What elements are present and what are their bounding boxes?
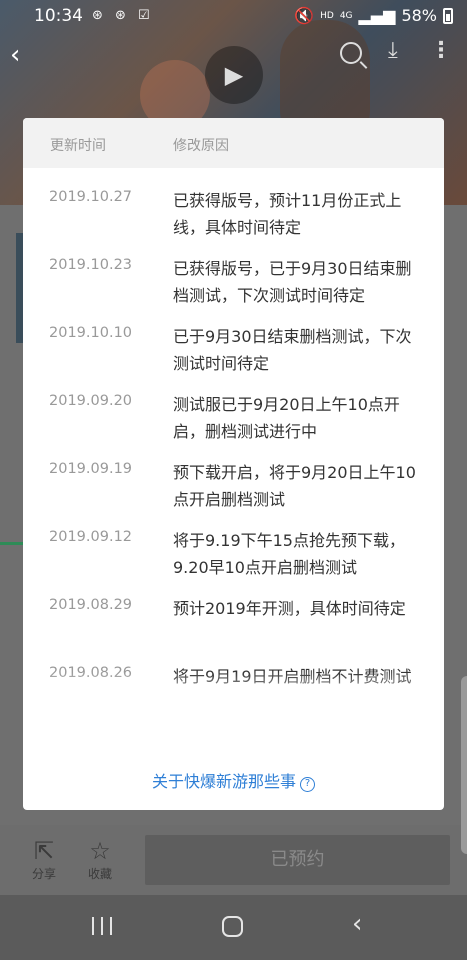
tab-indicator xyxy=(0,542,24,545)
records-list[interactable]: 2019.10.27 已获得版号，预计11月份正式上线，具体时间待定 2019.10… xyxy=(23,168,444,708)
more-icon[interactable]: ⋮ xyxy=(430,38,452,63)
record-row: 2019.09.12 将于9.19下午15点抢先预下载，9.20早10点开启删档测… xyxy=(23,527,444,595)
record-row: 2019.10.23 已获得版号，已于9月30日结束删档测试，下次测试时间待定 xyxy=(23,255,444,323)
dialog-header: 更新时间 修改原因 xyxy=(23,118,444,168)
record-reason: 预下载开启，将于9月20日上午10点开启删档测试 xyxy=(173,463,416,509)
share-icon: ⇱ xyxy=(33,837,55,865)
record-reason: 测试服已于9月20日上午10点开启，删档测试进行中 xyxy=(173,395,400,441)
record-row: 2019.09.19 预下载开启，将于9月20日上午10点开启删档测试 xyxy=(23,459,444,527)
recents-icon[interactable] xyxy=(92,917,112,937)
bottom-action-bar: ⇱ 分享 ☆ 收藏 已预约 xyxy=(0,825,467,895)
battery-percent: 58% xyxy=(401,6,437,25)
download-icon[interactable]: ⤓ xyxy=(388,38,398,63)
notification-icons: ⊛ ⊛ ☑ xyxy=(92,8,154,23)
search-icon[interactable] xyxy=(340,42,362,64)
record-row: 2019.10.10 已于9月30日结束删档测试，下次测试时间待定 xyxy=(23,323,444,391)
favorite-label: 收藏 xyxy=(87,867,112,881)
edge-panel-handle[interactable] xyxy=(461,676,467,854)
share-label: 分享 xyxy=(31,867,56,881)
header-change-reason: 修改原因 xyxy=(173,138,229,154)
record-date: 2019.08.29 xyxy=(49,597,133,613)
header-update-time: 更新时间 xyxy=(50,138,106,154)
reserved-button[interactable]: 已预约 xyxy=(145,835,450,885)
system-nav-bar: ‹ xyxy=(0,895,467,960)
star-icon: ☆ xyxy=(89,837,111,865)
record-date: 2019.10.10 xyxy=(49,325,133,341)
home-icon[interactable] xyxy=(222,916,243,937)
nav-back-icon[interactable]: ‹ xyxy=(352,909,362,939)
share-button[interactable]: ⇱ 分享 xyxy=(24,837,64,882)
record-date: 2019.10.27 xyxy=(49,189,133,205)
record-date: 2019.09.19 xyxy=(49,461,133,477)
about-link-text: 关于快爆新游那些事 xyxy=(151,772,296,791)
signal-icon: ▂▄▆ xyxy=(358,6,396,25)
list-fade xyxy=(23,672,444,708)
status-bar: 10:34 ⊛ ⊛ ☑ 🔇 HD 4G ▂▄▆ 58% xyxy=(0,0,467,34)
status-right: 🔇 HD 4G ▂▄▆ 58% xyxy=(294,6,453,25)
record-row: 2019.10.27 已获得版号，预计11月份正式上线，具体时间待定 xyxy=(23,187,444,255)
battery-icon xyxy=(443,7,453,24)
record-reason: 已于9月30日结束删档测试，下次测试时间待定 xyxy=(173,327,412,373)
clock: 10:34 xyxy=(34,6,83,26)
hd-indicator: HD xyxy=(320,10,334,21)
record-reason: 将于9.19下午15点抢先预下载，9.20早10点开启删档测试 xyxy=(173,531,405,577)
help-icon: ? xyxy=(300,777,315,792)
record-date: 2019.10.23 xyxy=(49,257,133,273)
record-reason: 已获得版号，已于9月30日结束删档测试，下次测试时间待定 xyxy=(173,259,412,305)
mute-icon: 🔇 xyxy=(294,6,315,25)
network-indicator: 4G xyxy=(339,10,353,21)
record-row: 2019.08.29 预计2019年开测，具体时间待定 xyxy=(23,595,444,663)
about-link[interactable]: 关于快爆新游那些事? xyxy=(23,768,444,792)
record-date: 2019.09.20 xyxy=(49,393,133,409)
record-reason: 已获得版号，预计11月份正式上线，具体时间待定 xyxy=(173,191,402,237)
back-icon[interactable]: ‹ xyxy=(10,40,20,70)
record-row: 2019.09.20 测试服已于9月20日上午10点开启，删档测试进行中 xyxy=(23,391,444,459)
records-inner: 2019.10.27 已获得版号，预计11月份正式上线，具体时间待定 2019.10… xyxy=(23,168,444,708)
record-reason: 预计2019年开测，具体时间待定 xyxy=(173,599,406,618)
favorite-button[interactable]: ☆ 收藏 xyxy=(80,837,120,882)
record-date: 2019.09.12 xyxy=(49,529,133,545)
update-history-dialog: 更新时间 修改原因 2019.10.27 已获得版号，预计11月份正式上线，具体时… xyxy=(23,118,444,810)
play-video-icon[interactable]: ▶ xyxy=(205,46,263,104)
